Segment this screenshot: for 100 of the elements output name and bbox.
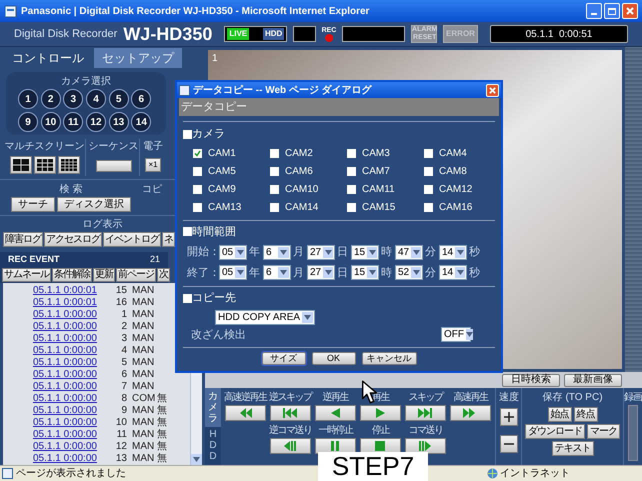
camera-checkbox[interactable] — [347, 148, 356, 158]
dropdown-select[interactable]: 6 — [263, 265, 291, 280]
dropdown-select[interactable]: 15 — [351, 244, 379, 260]
dropdown-select[interactable]: 14 — [439, 244, 467, 260]
event-time-link[interactable]: 05.1.1 0:00:00 — [3, 310, 111, 320]
camera-checkbox[interactable] — [270, 184, 279, 194]
event-time-link[interactable]: 05.1.1 0:00:00 — [3, 370, 111, 380]
camera-number-button[interactable]: 4 — [86, 89, 106, 110]
camera-checkbox[interactable] — [270, 148, 279, 158]
list-action-button[interactable]: 前ページ — [116, 268, 156, 282]
camera-checkbox[interactable] — [347, 184, 356, 194]
dialog-button[interactable]: キャンセル — [362, 352, 416, 365]
close-button[interactable] — [622, 3, 638, 19]
screen-split-button[interactable] — [10, 156, 32, 174]
dropdown-select[interactable]: HDD COPY AREA — [215, 310, 316, 324]
save-action-button[interactable]: テキスト — [552, 441, 594, 456]
dialog-button[interactable]: サイズ — [262, 352, 306, 365]
dropdown-select[interactable]: 27 — [307, 265, 335, 280]
camera-number-button[interactable]: 3 — [63, 89, 84, 110]
event-time-link[interactable]: 05.1.1 0:00:00 — [3, 346, 111, 356]
event-time-link[interactable]: 05.1.1 0:00:00 — [3, 442, 111, 452]
log-button[interactable]: 障害ログ — [3, 232, 43, 248]
side-tab[interactable]: HDD — [205, 426, 221, 465]
playback-button[interactable] — [270, 405, 311, 421]
zoom-button[interactable]: ×1 — [145, 158, 161, 172]
dropdown-select[interactable]: 52 — [395, 265, 423, 280]
playback-button[interactable] — [360, 405, 401, 421]
list-action-button[interactable]: サムネール — [2, 268, 51, 282]
dropdown-select[interactable]: 47 — [395, 244, 423, 260]
camera-number-button[interactable]: 12 — [86, 112, 106, 132]
playback-button[interactable] — [314, 405, 356, 421]
camera-number-button[interactable]: 1 — [18, 89, 38, 110]
camera-number-button[interactable]: 5 — [108, 89, 129, 110]
side-tab[interactable]: カメラ — [205, 388, 221, 426]
speed-up-button[interactable] — [500, 408, 518, 426]
list-action-button[interactable]: 条件解除 — [52, 268, 92, 282]
close-button[interactable] — [486, 84, 499, 96]
log-button[interactable]: アクセスログ — [44, 232, 102, 248]
event-time-link[interactable]: 05.1.1 0:00:01 — [3, 298, 111, 308]
event-time-link[interactable]: 05.1.1 0:00:00 — [3, 382, 111, 392]
log-button[interactable]: イベントログ — [103, 232, 161, 248]
dropdown-select[interactable]: 15 — [351, 265, 379, 280]
scrollbar[interactable] — [628, 405, 638, 461]
screen-split-button[interactable] — [34, 156, 56, 174]
event-time-link[interactable]: 05.1.1 0:00:00 — [3, 430, 111, 440]
camera-number-button[interactable]: 13 — [108, 112, 129, 132]
camera-checkbox[interactable] — [193, 166, 202, 176]
minimize-button[interactable] — [586, 3, 602, 19]
image-search-button[interactable]: 最新画像 — [564, 374, 622, 386]
camera-checkbox[interactable] — [424, 184, 433, 194]
log-button[interactable]: ネ — [162, 232, 175, 248]
playback-button[interactable] — [450, 405, 491, 421]
playback-button[interactable] — [224, 405, 266, 421]
camera-number-button[interactable]: 11 — [63, 112, 84, 132]
list-action-button[interactable]: 更新 — [93, 268, 115, 282]
camera-checkbox[interactable] — [347, 166, 356, 176]
save-action-button[interactable]: 終点 — [574, 407, 598, 422]
camera-checkbox[interactable] — [193, 148, 202, 158]
dialog-button[interactable]: OK — [312, 352, 356, 365]
playback-button[interactable] — [270, 438, 311, 454]
save-action-button[interactable]: 始点 — [548, 407, 572, 422]
search-action-button[interactable]: サーチ — [11, 197, 55, 212]
camera-number-button[interactable]: 2 — [40, 89, 61, 110]
event-time-link[interactable]: 05.1.1 0:00:00 — [3, 322, 111, 332]
dropdown-select[interactable]: 05 — [219, 244, 247, 260]
screen-split-button[interactable] — [58, 156, 80, 174]
save-action-button[interactable]: ダウンロード — [525, 424, 586, 439]
playback-button[interactable] — [404, 405, 446, 421]
event-time-link[interactable]: 05.1.1 0:00:00 — [3, 394, 111, 404]
event-time-link[interactable]: 05.1.1 0:00:01 — [3, 286, 111, 296]
dropdown-select[interactable]: 6 — [263, 244, 291, 260]
search-action-button[interactable]: ディスク選択 — [57, 197, 131, 212]
list-action-button[interactable]: 次 — [157, 268, 170, 282]
camera-number-button[interactable]: 9 — [18, 112, 38, 132]
speed-down-button[interactable] — [500, 435, 518, 453]
dropdown-select[interactable]: 14 — [439, 265, 467, 280]
camera-number-button[interactable]: 6 — [131, 89, 152, 110]
dropdown-select[interactable]: 27 — [307, 244, 335, 260]
camera-checkbox[interactable] — [424, 148, 433, 158]
camera-checkbox[interactable] — [193, 202, 202, 212]
event-time-link[interactable]: 05.1.1 0:00:00 — [3, 406, 111, 416]
event-time-link[interactable]: 05.1.1 0:00:00 — [3, 454, 111, 464]
camera-checkbox[interactable] — [270, 202, 279, 212]
playback-button[interactable] — [404, 438, 446, 454]
image-search-button[interactable]: 日時検索 — [502, 374, 560, 386]
camera-checkbox[interactable] — [270, 166, 279, 176]
event-time-link[interactable]: 05.1.1 0:00:00 — [3, 358, 111, 368]
dropdown-select[interactable]: 05 — [219, 265, 247, 280]
event-time-link[interactable]: 05.1.1 0:00:00 — [3, 334, 111, 344]
camera-checkbox[interactable] — [424, 166, 433, 176]
dropdown-select[interactable]: OFF — [441, 327, 471, 342]
panel-tab[interactable]: セットアップ — [94, 48, 182, 68]
camera-number-button[interactable]: 14 — [131, 112, 152, 132]
sequence-button[interactable] — [96, 160, 132, 172]
event-time-link[interactable]: 05.1.1 0:00:00 — [3, 418, 111, 428]
camera-checkbox[interactable] — [424, 202, 433, 212]
camera-number-button[interactable]: 10 — [40, 112, 61, 132]
save-action-button[interactable]: マーク — [587, 424, 620, 439]
camera-checkbox[interactable] — [193, 184, 202, 194]
maximize-button[interactable] — [604, 3, 620, 19]
